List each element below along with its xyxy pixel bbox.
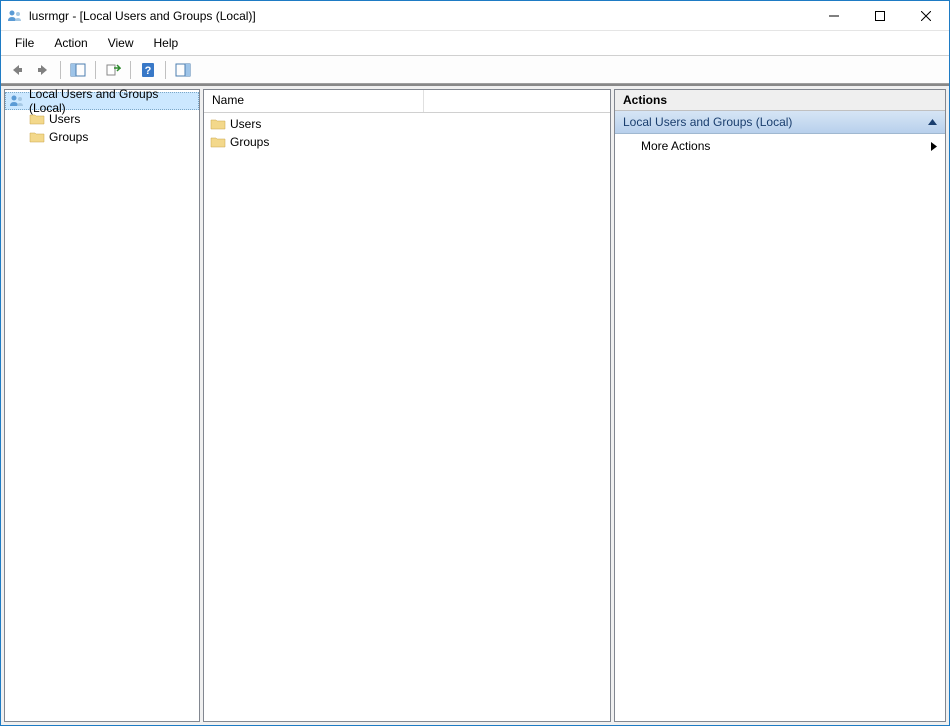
tree-node-groups[interactable]: Groups [5,128,199,146]
actions-item-label: More Actions [641,139,710,153]
collapse-icon [928,119,937,125]
toolbar-separator [60,61,61,79]
list-item-groups[interactable]: Groups [208,133,606,151]
actions-section-header[interactable]: Local Users and Groups (Local) [615,111,945,134]
folder-icon [210,134,226,150]
actions-section-label: Local Users and Groups (Local) [623,115,792,129]
close-button[interactable] [903,1,949,31]
list-item-label: Groups [230,135,269,149]
actions-title: Actions [615,90,945,111]
list-item-users[interactable]: Users [208,115,606,133]
actions-pane: Actions Local Users and Groups (Local) M… [614,89,946,722]
submenu-arrow-icon [931,142,937,151]
tree-root-node[interactable]: Local Users and Groups (Local) [5,92,199,110]
svg-text:?: ? [145,65,152,77]
window-title: lusrmgr - [Local Users and Groups (Local… [29,9,256,23]
tree-root-label: Local Users and Groups (Local) [29,87,195,115]
actions-more-actions[interactable]: More Actions [615,134,945,158]
folder-icon [29,129,45,145]
tree-pane: Local Users and Groups (Local) Users Gro… [4,89,200,722]
column-header-name[interactable]: Name [204,90,424,112]
forward-button[interactable] [31,59,55,81]
toolbar-separator [165,61,166,79]
tree-item-label: Groups [49,130,88,144]
tree: Local Users and Groups (Local) Users Gro… [5,90,199,148]
back-button[interactable] [5,59,29,81]
help-button[interactable]: ? [136,59,160,81]
toolbar-separator [95,61,96,79]
menu-bar: File Action View Help [1,31,949,56]
users-groups-icon [9,93,25,109]
window-controls [811,1,949,31]
menu-view[interactable]: View [98,33,144,53]
list-pane: Name Users Groups [203,89,611,722]
menu-action[interactable]: Action [44,33,97,53]
content-area: Local Users and Groups (Local) Users Gro… [1,84,949,725]
toolbar: ? [1,56,949,84]
column-header-blank[interactable] [424,90,610,112]
minimize-button[interactable] [811,1,857,31]
show-hide-action-pane-button[interactable] [171,59,195,81]
app-icon [7,8,23,24]
show-hide-tree-button[interactable] [66,59,90,81]
list-body: Users Groups [204,113,610,153]
folder-icon [29,111,45,127]
toolbar-separator [130,61,131,79]
export-list-button[interactable] [101,59,125,81]
list-item-label: Users [230,117,261,131]
maximize-button[interactable] [857,1,903,31]
tree-item-label: Users [49,112,80,126]
menu-file[interactable]: File [5,33,44,53]
title-bar: lusrmgr - [Local Users and Groups (Local… [1,1,949,31]
folder-icon [210,116,226,132]
menu-help[interactable]: Help [144,33,189,53]
list-header: Name [204,90,610,113]
